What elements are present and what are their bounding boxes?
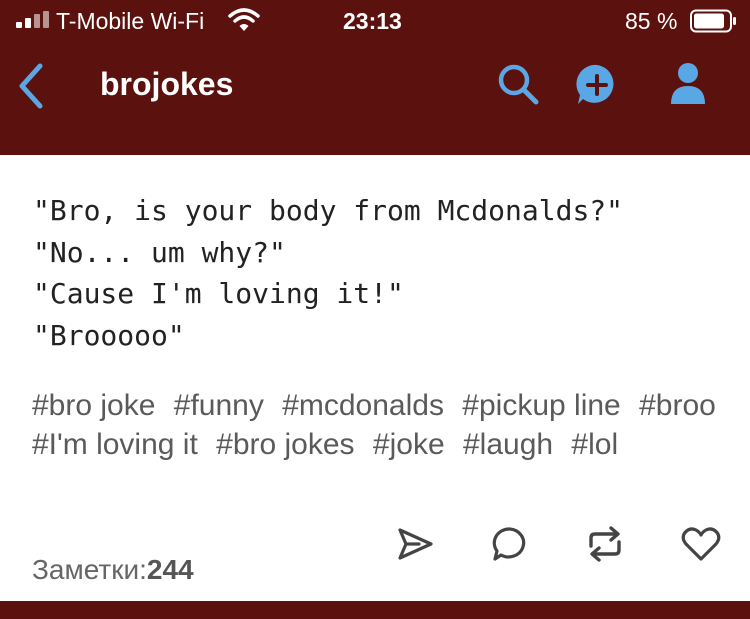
tag-link[interactable]: #lol	[571, 428, 618, 461]
post-line: "Cause I'm loving it!"	[33, 277, 404, 310]
reblog-icon[interactable]	[584, 524, 626, 564]
tag-link[interactable]: #mcdonalds	[282, 389, 444, 422]
carrier-label: T-Mobile Wi-Fi	[56, 8, 205, 34]
nav-bar: brojokes	[0, 40, 750, 155]
tag-link[interactable]: #bro jokes	[216, 428, 354, 461]
clock: 23:13	[343, 8, 402, 34]
tag-link[interactable]: #bro joke	[32, 389, 155, 422]
tag-link[interactable]: #broo	[639, 389, 716, 422]
notes-number: 244	[146, 554, 194, 585]
reply-icon[interactable]	[490, 524, 530, 564]
bottom-bar	[0, 601, 750, 619]
notes-label: Заметки:	[32, 554, 147, 585]
compose-icon[interactable]	[574, 62, 620, 108]
battery-icon	[690, 9, 736, 33]
tag-link[interactable]: #laugh	[463, 428, 553, 461]
tag-link[interactable]: #funny	[174, 389, 264, 422]
signal-strength-icon	[16, 11, 49, 28]
post-body: "Bro, is your body from Mcdonalds?" "No.…	[33, 190, 623, 356]
account-icon[interactable]	[668, 62, 708, 106]
tag-list: #bro joke #funny #mcdonalds #pickup line…	[32, 387, 732, 464]
post-line: "Brooooo"	[33, 318, 185, 352]
status-bar: T-Mobile Wi-Fi 23:13 85 %	[0, 0, 750, 40]
post-line: "No... um why?"	[33, 235, 286, 269]
tag-link[interactable]: #I'm loving it	[32, 428, 198, 461]
back-chevron-icon[interactable]	[14, 62, 48, 110]
share-icon[interactable]	[395, 524, 435, 564]
tag-link[interactable]: #joke	[373, 428, 445, 461]
post-card: "Bro, is your body from Mcdonalds?" "No.…	[0, 155, 750, 601]
like-icon[interactable]	[680, 524, 722, 564]
tag-link[interactable]: #pickup line	[462, 389, 620, 422]
battery-percentage: 85 %	[625, 8, 678, 34]
blog-title[interactable]: brojokes	[100, 66, 233, 103]
wifi-icon	[228, 8, 260, 31]
post-line: "Bro, is your body from Mcdonalds?"	[33, 194, 624, 227]
notes-count[interactable]: Заметки:244	[32, 554, 194, 586]
search-icon[interactable]	[496, 62, 540, 106]
